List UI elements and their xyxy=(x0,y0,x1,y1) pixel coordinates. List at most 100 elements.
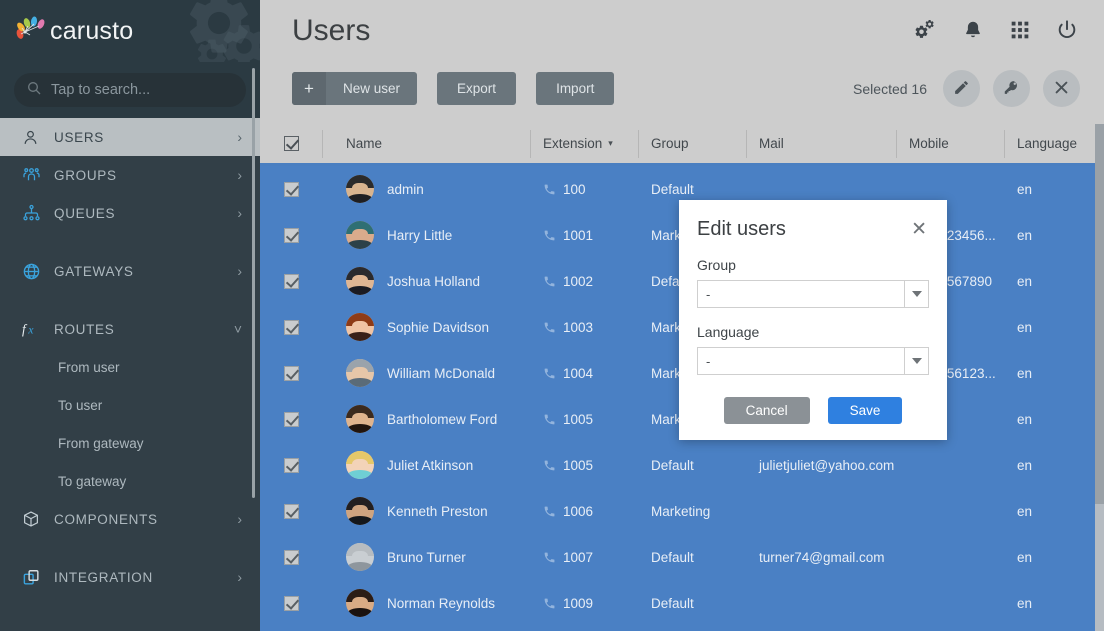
power-icon[interactable] xyxy=(1056,19,1078,46)
row-select-cell xyxy=(260,350,322,396)
sidebar-item-components[interactable]: COMPONENTS › xyxy=(0,500,260,538)
table-scrollbar[interactable] xyxy=(1095,124,1104,631)
user-name: Sophie Davidson xyxy=(387,319,490,335)
cell-mail: turner74@gmail.com xyxy=(746,534,896,580)
edit-users-modal: Edit users ✕ Group - Language - Cancel S… xyxy=(679,200,947,440)
sidebar-item-label: GATEWAYS xyxy=(54,263,134,279)
top-bar: Users + New user Export Import Selected … xyxy=(260,0,1104,124)
row-checkbox[interactable] xyxy=(283,595,299,611)
row-checkbox[interactable] xyxy=(283,273,299,289)
sidebar-item-label: GROUPS xyxy=(54,167,117,183)
sidebar-subitem-from-gateway[interactable]: From gateway xyxy=(0,424,260,462)
bell-icon[interactable] xyxy=(962,19,984,46)
language-select[interactable]: - xyxy=(697,347,929,375)
cell-mail xyxy=(746,580,896,626)
row-checkbox[interactable] xyxy=(283,457,299,473)
phone-icon xyxy=(543,275,556,288)
settings-gears-icon[interactable] xyxy=(914,19,936,46)
cube-icon xyxy=(22,510,48,528)
sidebar-item-routes[interactable]: f x ROUTES ˅ xyxy=(0,310,260,348)
column-header-group[interactable]: Group xyxy=(638,124,746,165)
cell-name: Juliet Atkinson xyxy=(322,442,530,488)
row-checkbox[interactable] xyxy=(283,365,299,381)
row-select-cell xyxy=(260,396,322,442)
page-title: Users xyxy=(292,14,371,47)
column-header-name[interactable]: Name xyxy=(322,124,530,165)
language-value: en xyxy=(1017,273,1033,289)
row-checkbox[interactable] xyxy=(283,411,299,427)
row-checkbox[interactable] xyxy=(283,503,299,519)
group-field-label: Group xyxy=(697,257,736,273)
sidebar-subitem-to-user[interactable]: To user xyxy=(0,386,260,424)
search-input[interactable] xyxy=(51,82,234,98)
import-button[interactable]: Import xyxy=(536,72,615,105)
cell-language: en xyxy=(1004,350,1104,396)
brand-name: carusto xyxy=(50,16,134,45)
column-header-mail[interactable]: Mail xyxy=(746,124,896,165)
table-row[interactable]: Juliet Atkinson 1005 Default julietjuliet@y… xyxy=(260,442,1104,488)
language-value: en xyxy=(1017,319,1033,335)
sidebar-subitem-from-user[interactable]: From user xyxy=(0,348,260,386)
modal-header: Edit users ✕ xyxy=(697,218,929,241)
select-all-checkbox[interactable] xyxy=(283,136,299,151)
user-name: Norman Reynolds xyxy=(387,595,496,611)
column-header-extension[interactable]: Extension ▾ xyxy=(530,124,638,165)
select-all-cell xyxy=(260,124,322,165)
cell-language: en xyxy=(1004,580,1104,626)
cell-mobile xyxy=(896,580,1004,626)
avatar xyxy=(346,175,374,203)
group-select[interactable]: - xyxy=(697,280,929,308)
modal-title: Edit users xyxy=(697,218,786,240)
cell-mobile xyxy=(896,534,1004,580)
cancel-button[interactable]: Cancel xyxy=(723,397,810,424)
sidebar-item-label: INTEGRATION xyxy=(54,569,153,585)
table-row[interactable]: Bruno Turner 1007 Default turner74@gmail.co… xyxy=(260,534,1104,580)
user-name: Bruno Turner xyxy=(387,549,466,565)
table-scrollbar-thumb[interactable] xyxy=(1095,124,1104,504)
main-content: Users + New user Export Import Selected … xyxy=(260,0,1104,631)
table-row[interactable]: Norman Reynolds 1009 Default en xyxy=(260,580,1104,626)
row-checkbox[interactable] xyxy=(283,181,299,197)
user-name: Juliet Atkinson xyxy=(387,457,474,473)
export-button[interactable]: Export xyxy=(437,72,517,105)
sidebar-item-gateways[interactable]: GATEWAYS › xyxy=(0,252,260,290)
sidebar-item-users[interactable]: USERS › xyxy=(0,118,260,156)
row-select-cell xyxy=(260,304,322,350)
search-box[interactable] xyxy=(14,73,246,107)
change-password-button[interactable] xyxy=(993,70,1030,107)
key-icon xyxy=(1003,79,1020,99)
queues-icon xyxy=(22,204,48,222)
cell-name: Kenneth Preston xyxy=(322,488,530,534)
save-button[interactable]: Save xyxy=(827,397,903,424)
sidebar-item-groups[interactable]: GROUPS › xyxy=(0,156,260,194)
group-value: Default xyxy=(651,457,694,473)
sidebar-subitem-to-gateway[interactable]: To gateway xyxy=(0,462,260,500)
group-select-value: - xyxy=(706,286,711,302)
row-checkbox[interactable] xyxy=(283,227,299,243)
cell-extension: 1009 xyxy=(530,580,638,626)
new-user-button[interactable]: + New user xyxy=(292,72,418,105)
cell-language: en xyxy=(1004,488,1104,534)
close-x-icon xyxy=(1053,79,1070,99)
modal-close-icon[interactable]: ✕ xyxy=(909,218,929,241)
sidebar-item-queues[interactable]: QUEUES › xyxy=(0,194,260,232)
row-checkbox[interactable] xyxy=(283,319,299,335)
column-header-language[interactable]: Language xyxy=(1004,124,1104,165)
language-value: en xyxy=(1017,595,1033,611)
groups-icon xyxy=(22,166,48,184)
mail-value: turner74@gmail.com xyxy=(759,549,885,565)
gear-decoration-3-icon xyxy=(197,39,227,62)
clear-selection-button[interactable] xyxy=(1043,70,1080,107)
edit-users-button[interactable] xyxy=(943,70,980,107)
sidebar-item-integration[interactable]: INTEGRATION › xyxy=(0,558,260,596)
column-header-mobile[interactable]: Mobile xyxy=(896,124,1004,165)
user-name: Bartholomew Ford xyxy=(387,411,498,427)
table-row[interactable]: Kenneth Preston 1006 Marketing en xyxy=(260,488,1104,534)
sidebar-subitem-label: To gateway xyxy=(58,473,127,489)
sidebar-scrollbar[interactable] xyxy=(252,68,255,498)
row-checkbox[interactable] xyxy=(283,549,299,565)
cell-name: Joshua Holland xyxy=(322,258,530,304)
action-button-row: + New user Export Import xyxy=(292,72,615,105)
sidebar-item-label: USERS xyxy=(54,129,105,145)
apps-grid-icon[interactable] xyxy=(1010,20,1030,45)
